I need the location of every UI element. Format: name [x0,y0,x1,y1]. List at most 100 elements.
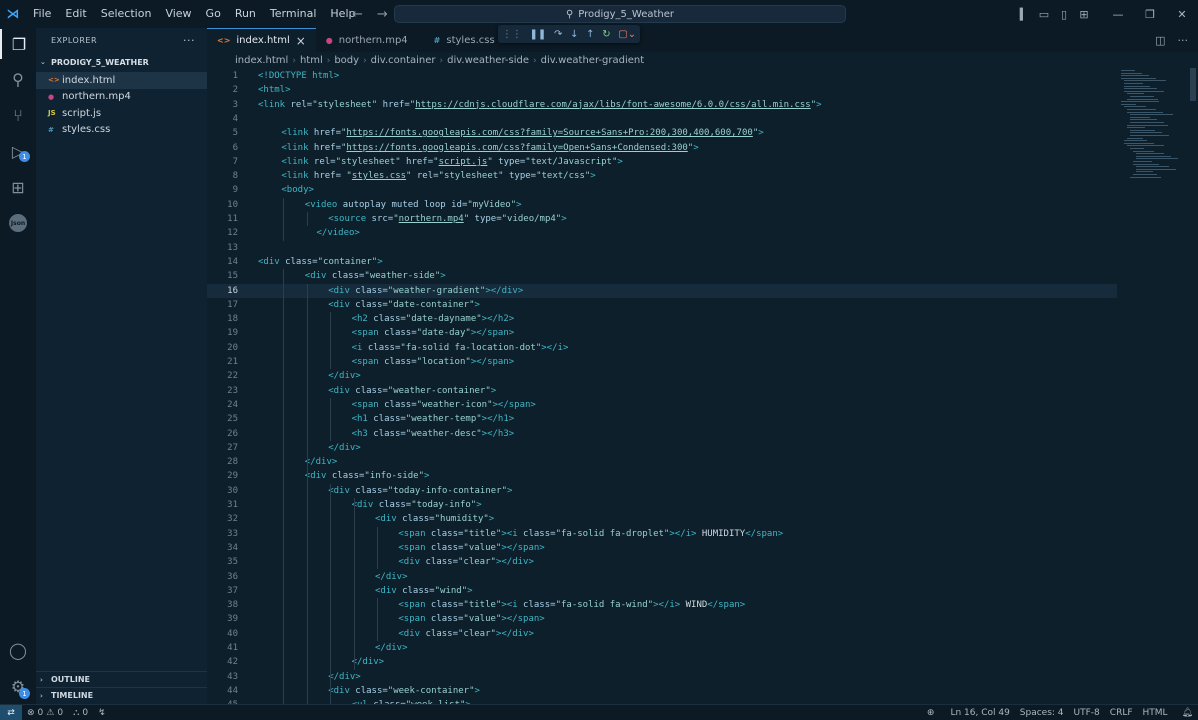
code-line[interactable]: 1 <!DOCTYPE html> [207,69,1117,83]
drag-handle-icon[interactable]: ⋮⋮ [502,29,522,40]
code-line[interactable]: 8 <link href= "styles.css" rel="styleshee… [207,169,1117,183]
code-line[interactable]: 4 [207,112,1117,126]
code-line[interactable]: 13 [207,241,1117,255]
remote-icon[interactable]: ⇄ [0,704,22,720]
menu-run[interactable]: Run [228,0,263,28]
step-out-icon[interactable]: ↑ [586,29,594,40]
code-line[interactable]: 9 <body> [207,183,1117,197]
scrollbar-thumb[interactable] [1190,68,1196,101]
forward-arrow-icon[interactable]: → [377,7,388,22]
tab-northern-mp4[interactable]: ● northern.mp4 [316,28,418,52]
toggle-panel-icon[interactable]: ▭ [1034,8,1054,21]
toggle-sidebar-icon[interactable]: ▍ [1014,8,1034,21]
code-line[interactable]: 12 </video> [207,226,1117,240]
more-actions-icon[interactable]: ··· [1178,34,1189,47]
source-control-icon[interactable]: ⑂ [0,100,36,130]
menu-go[interactable]: Go [199,0,228,28]
code-line[interactable]: 32 <div class="humidity"> [207,512,1117,526]
tab-index-html[interactable]: <> index.html × [207,28,316,52]
code-line[interactable]: 37 <div class="wind"> [207,584,1117,598]
tab-styles-css[interactable]: # styles.css [424,28,505,52]
code-line[interactable]: 42 </div> [207,655,1117,669]
toggle-secondary-sidebar-icon[interactable]: ▯ [1054,8,1074,21]
code-line[interactable]: 28 </div> [207,455,1117,469]
indentation[interactable]: Spaces: 4 [1015,708,1069,718]
pause-icon[interactable]: ❚❚ [530,29,547,40]
file-item[interactable]: JS script.js [36,105,207,122]
file-item[interactable]: # styles.css [36,122,207,139]
code-line[interactable]: 15 <div class="weather-side"> [207,269,1117,283]
code-line[interactable]: 2 <html> [207,83,1117,97]
code-line[interactable]: 44 <div class="week-container"> [207,684,1117,698]
code-line[interactable]: 24 <span class="weather-icon"></span> [207,398,1117,412]
code-line[interactable]: 41 </div> [207,641,1117,655]
code-line[interactable]: 30 <div class="today-info-container"> [207,484,1117,498]
workspace-folder[interactable]: ⌄ PRODIGY_5_WEATHER [36,52,207,72]
encoding[interactable]: UTF-8 [1069,708,1105,718]
breadcrumb-item[interactable]: div.container [371,55,436,66]
line-ending[interactable]: CRLF [1105,708,1138,718]
breadcrumb-item[interactable]: html [300,55,323,66]
code-line[interactable]: 26 <h3 class="weather-desc"></h3> [207,427,1117,441]
code-line[interactable]: 31 <div class="today-info"> [207,498,1117,512]
close-window-icon[interactable]: ✕ [1166,8,1198,21]
breadcrumb-item[interactable]: body [334,55,359,66]
search-icon[interactable]: ⚲ [0,64,36,94]
timeline-section[interactable]: › TIMELINE [36,687,207,703]
menu-edit[interactable]: Edit [58,0,93,28]
split-editor-icon[interactable]: ◫ [1155,34,1165,47]
code-line[interactable]: 27 </div> [207,441,1117,455]
code-line[interactable]: 23 <div class="weather-container"> [207,384,1117,398]
zoom-icon[interactable]: ⊕ [922,708,940,718]
code-line[interactable]: 39 <span class="value"></span> [207,612,1117,626]
customize-layout-icon[interactable]: ⊞ [1074,8,1094,21]
code-line[interactable]: 18 <h2 class="date-dayname"></h2> [207,312,1117,326]
menu-view[interactable]: View [158,0,198,28]
breadcrumb-item[interactable]: div.weather-gradient [541,55,645,66]
minimize-icon[interactable]: — [1102,8,1134,21]
explorer-icon[interactable]: ❐ [0,29,36,59]
code-line[interactable]: 34 <span class="value"></span> [207,541,1117,555]
code-line[interactable]: 6 <link href="https://fonts.googleapis.co… [207,141,1117,155]
code-line[interactable]: 22 </div> [207,369,1117,383]
problems-indicator[interactable]: ⊗ 0 ⚠ 0 [22,708,68,718]
code-line[interactable]: 14 <div class="container"> [207,255,1117,269]
outline-section[interactable]: › OUTLINE [36,671,207,687]
code-line[interactable]: 7 <link rel="stylesheet" href="script.js"… [207,155,1117,169]
cursor-position[interactable]: Ln 16, Col 49 [945,708,1014,718]
menu-terminal[interactable]: Terminal [263,0,324,28]
menu-selection[interactable]: Selection [94,0,159,28]
close-tab-icon[interactable]: × [296,34,306,48]
code-line[interactable]: 16 <div class="weather-gradient"></div> [207,283,1117,298]
vertical-scrollbar[interactable] [1189,68,1197,704]
json-extension-icon[interactable]: Json [0,208,36,238]
step-over-icon[interactable]: ↷ [554,29,562,40]
command-center-search[interactable]: ⚲ Prodigy_5_Weather [394,5,846,23]
step-into-icon[interactable]: ↓ [570,29,578,40]
code-line[interactable]: 36 </div> [207,570,1117,584]
notifications-icon[interactable]: 🔔︎ [1177,708,1198,718]
code-line[interactable]: 20 <i class="fa-solid fa-location-dot"></… [207,341,1117,355]
account-icon[interactable]: ◯ [0,635,36,665]
back-arrow-icon[interactable]: ← [352,7,363,22]
ports-indicator[interactable]: ⛬ 0 [68,708,93,718]
more-actions-icon[interactable]: ··· [183,34,195,47]
code-line[interactable]: 3 <link rel="stylesheet" href="https://cd… [207,98,1117,112]
menu-file[interactable]: File [26,0,58,28]
code-line[interactable]: 21 <span class="location"></span> [207,355,1117,369]
live-share-icon[interactable]: ↯ [93,708,111,718]
minimap[interactable] [1119,68,1189,188]
code-line[interactable]: 40 <div class="clear"></div> [207,627,1117,641]
code-line[interactable]: 29 <div class="info-side"> [207,469,1117,483]
code-editor[interactable]: 1 <!DOCTYPE html> 2 <html> 3 <link rel="style… [207,68,1198,704]
stop-icon[interactable]: ▢⌄ [618,29,636,40]
maximize-icon[interactable]: ❐ [1134,8,1166,21]
run-debug-icon[interactable]: ▷ 1 [0,136,36,166]
code-line[interactable]: 19 <span class="date-day"></span> [207,326,1117,340]
code-line[interactable]: 10 <video autoplay muted loop id="myVideo… [207,198,1117,212]
code-line[interactable]: 38 <span class="title"><i class="fa-solid… [207,598,1117,612]
code-line[interactable]: 17 <div class="date-container"> [207,298,1117,312]
restart-icon[interactable]: ↻ [602,29,610,40]
code-line[interactable]: 11 <source src="northern.mp4" type="video… [207,212,1117,226]
breadcrumb-item[interactable]: div.weather-side [447,55,529,66]
